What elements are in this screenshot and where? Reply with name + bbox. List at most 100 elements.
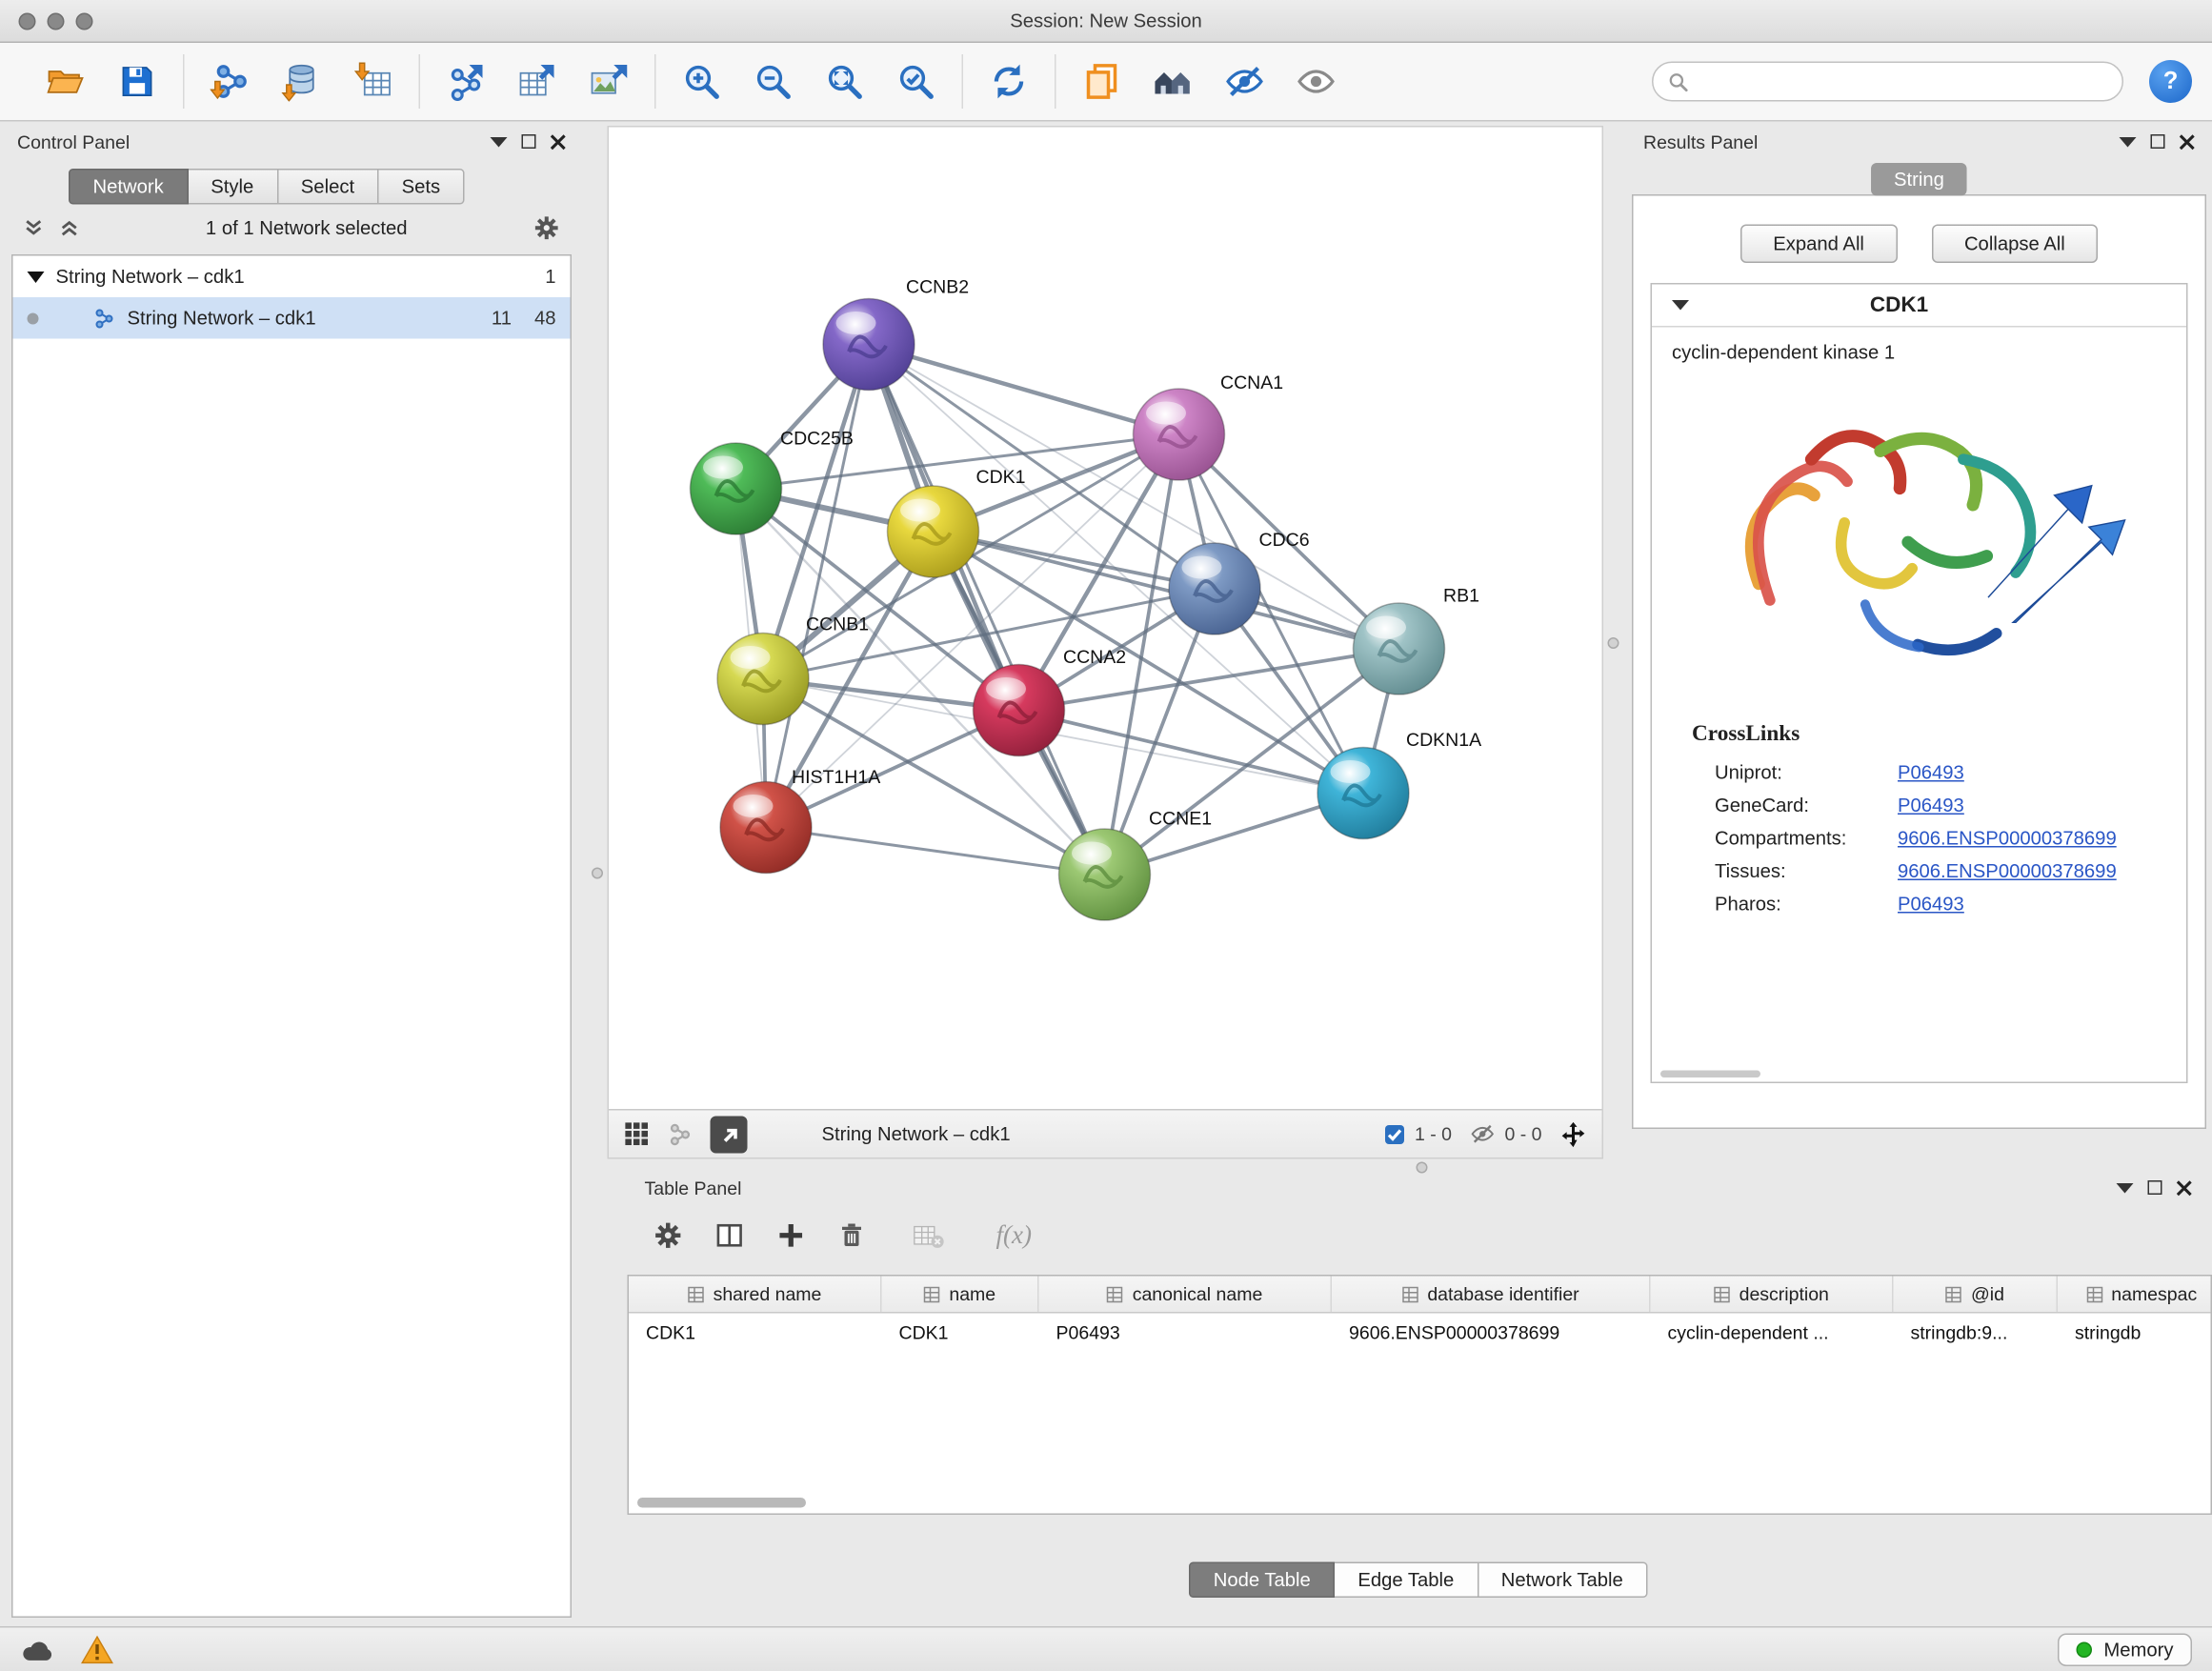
tab-string[interactable]: String xyxy=(1871,163,1967,196)
left-splitter-handle[interactable] xyxy=(592,868,603,879)
tab-style[interactable]: Style xyxy=(188,169,278,205)
results-maximize-icon[interactable] xyxy=(2151,134,2165,149)
crosslink-link[interactable]: P06493 xyxy=(1898,762,1964,784)
grid-view-icon[interactable] xyxy=(623,1120,651,1148)
network-collection-row[interactable]: String Network – cdk1 1 xyxy=(13,256,571,298)
tab-sets[interactable]: Sets xyxy=(379,169,465,205)
hide-selected-button[interactable] xyxy=(1222,59,1268,105)
expand-all-icon[interactable] xyxy=(59,216,81,238)
section-collapse-icon[interactable] xyxy=(1672,300,1689,311)
search-input[interactable] xyxy=(1699,70,2108,92)
detach-view-button[interactable] xyxy=(711,1116,748,1153)
import-table-button[interactable] xyxy=(351,59,396,105)
column-header[interactable]: @id xyxy=(1894,1277,2059,1313)
network-tree: String Network – cdk1 1 String Network –… xyxy=(11,254,572,1618)
save-session-button[interactable] xyxy=(114,59,160,105)
table-float-icon[interactable] xyxy=(2117,1182,2134,1193)
close-window-button[interactable] xyxy=(19,13,36,30)
zoom-selected-button[interactable] xyxy=(894,59,939,105)
show-all-button[interactable] xyxy=(1294,59,1339,105)
network-edge[interactable] xyxy=(869,345,1105,876)
column-header[interactable]: shared name xyxy=(629,1277,882,1313)
move-crosshair-icon[interactable] xyxy=(1559,1119,1588,1148)
zoom-in-button[interactable] xyxy=(679,59,725,105)
column-header[interactable]: database identifier xyxy=(1332,1277,1651,1313)
network-node-CCNE1[interactable] xyxy=(1059,829,1151,920)
table-maximize-icon[interactable] xyxy=(2148,1180,2162,1195)
panel-maximize-icon[interactable] xyxy=(522,134,536,149)
zoom-window-button[interactable] xyxy=(76,13,93,30)
results-float-icon[interactable] xyxy=(2120,136,2137,147)
crosslink-link[interactable]: P06493 xyxy=(1898,894,1964,916)
collapse-all-button[interactable]: Collapse All xyxy=(1931,225,2098,264)
panel-close-icon[interactable] xyxy=(551,133,567,150)
columns-icon[interactable] xyxy=(714,1219,745,1250)
gear-icon[interactable] xyxy=(533,213,561,241)
crosslink-link[interactable]: P06493 xyxy=(1898,795,1964,816)
warning-icon[interactable] xyxy=(80,1635,114,1665)
tab-node-table[interactable]: Node Table xyxy=(1189,1562,1335,1599)
houses-button[interactable] xyxy=(1151,59,1196,105)
column-header[interactable]: canonical name xyxy=(1039,1277,1333,1313)
node-table[interactable]: shared namenamecanonical namedatabase id… xyxy=(628,1275,2212,1515)
network-node-CCNB2[interactable] xyxy=(823,299,915,391)
results-close-icon[interactable] xyxy=(2180,133,2196,150)
open-session-button[interactable] xyxy=(43,59,89,105)
table-hscrollbar[interactable] xyxy=(637,1498,806,1508)
minimize-window-button[interactable] xyxy=(48,13,65,30)
tab-select[interactable]: Select xyxy=(278,169,379,205)
hidden-eye-icon[interactable] xyxy=(1469,1122,1497,1147)
network-row[interactable]: String Network – cdk1 11 48 xyxy=(13,297,571,339)
crosslink-link[interactable]: 9606.ENSP00000378699 xyxy=(1898,860,2117,882)
toolbar-search[interactable] xyxy=(1652,62,2123,102)
crosslink-link[interactable]: 9606.ENSP00000378699 xyxy=(1898,828,2117,850)
table-gear-icon[interactable] xyxy=(654,1219,684,1250)
import-network-button[interactable] xyxy=(208,59,253,105)
bottom-splitter-handle[interactable] xyxy=(1417,1162,1428,1174)
network-node-CCNB1[interactable] xyxy=(717,634,809,725)
table-cell: stringdb:9... xyxy=(1894,1314,2059,1351)
network-node-CDKN1A[interactable] xyxy=(1317,748,1409,839)
clone-network-button[interactable] xyxy=(443,59,489,105)
network-node-CDC6[interactable] xyxy=(1169,543,1260,634)
network-node-CDC25B[interactable] xyxy=(691,443,782,534)
checkbox-icon[interactable] xyxy=(1383,1122,1406,1145)
delete-column-icon[interactable] xyxy=(837,1219,866,1250)
network-node-CCNA2[interactable] xyxy=(974,665,1065,756)
cloud-icon[interactable] xyxy=(20,1636,54,1664)
zoom-out-button[interactable] xyxy=(751,59,796,105)
fx-function-button[interactable]: f(x) xyxy=(996,1219,1032,1250)
column-header[interactable]: name xyxy=(882,1277,1039,1313)
tab-edge-table[interactable]: Edge Table xyxy=(1335,1562,1478,1599)
collapse-all-icon[interactable] xyxy=(23,216,45,238)
tab-network[interactable]: Network xyxy=(69,169,188,205)
network-edge[interactable] xyxy=(766,828,1105,876)
column-header[interactable]: description xyxy=(1651,1277,1894,1313)
network-edge[interactable] xyxy=(766,345,869,828)
table-row[interactable]: CDK1CDK1P064939606.ENSP00000378699cyclin… xyxy=(629,1314,2211,1351)
right-splitter-handle[interactable] xyxy=(1608,637,1619,649)
table-close-icon[interactable] xyxy=(2177,1179,2193,1196)
network-node-RB1[interactable] xyxy=(1354,603,1445,695)
memory-button[interactable]: Memory xyxy=(2058,1634,2192,1667)
tab-network-table[interactable]: Network Table xyxy=(1478,1562,1647,1599)
refresh-button[interactable] xyxy=(986,59,1032,105)
network-svg[interactable]: CCNB2CCNA1CDC25BCDK1CDC6RB1CCNB1CCNA2CDK… xyxy=(609,128,1602,1110)
network-node-HIST1H1A[interactable] xyxy=(720,782,812,874)
tree-caret-icon[interactable] xyxy=(28,271,45,282)
export-table-button[interactable] xyxy=(514,59,560,105)
export-image-button[interactable] xyxy=(586,59,632,105)
network-node-CDK1[interactable] xyxy=(888,486,979,577)
network-edge[interactable] xyxy=(869,345,1179,435)
results-hscrollbar[interactable] xyxy=(1660,1071,1760,1078)
network-overview-icon[interactable] xyxy=(668,1121,694,1147)
panel-float-icon[interactable] xyxy=(491,136,508,147)
column-header[interactable]: namespac xyxy=(2058,1277,2212,1313)
expand-all-button[interactable]: Expand All xyxy=(1740,225,1898,264)
add-column-icon[interactable] xyxy=(776,1219,807,1250)
copy-document-button[interactable] xyxy=(1079,59,1125,105)
import-database-button[interactable] xyxy=(279,59,325,105)
help-button[interactable]: ? xyxy=(2149,60,2192,103)
network-node-CCNA1[interactable] xyxy=(1134,389,1225,480)
zoom-fit-button[interactable] xyxy=(822,59,868,105)
